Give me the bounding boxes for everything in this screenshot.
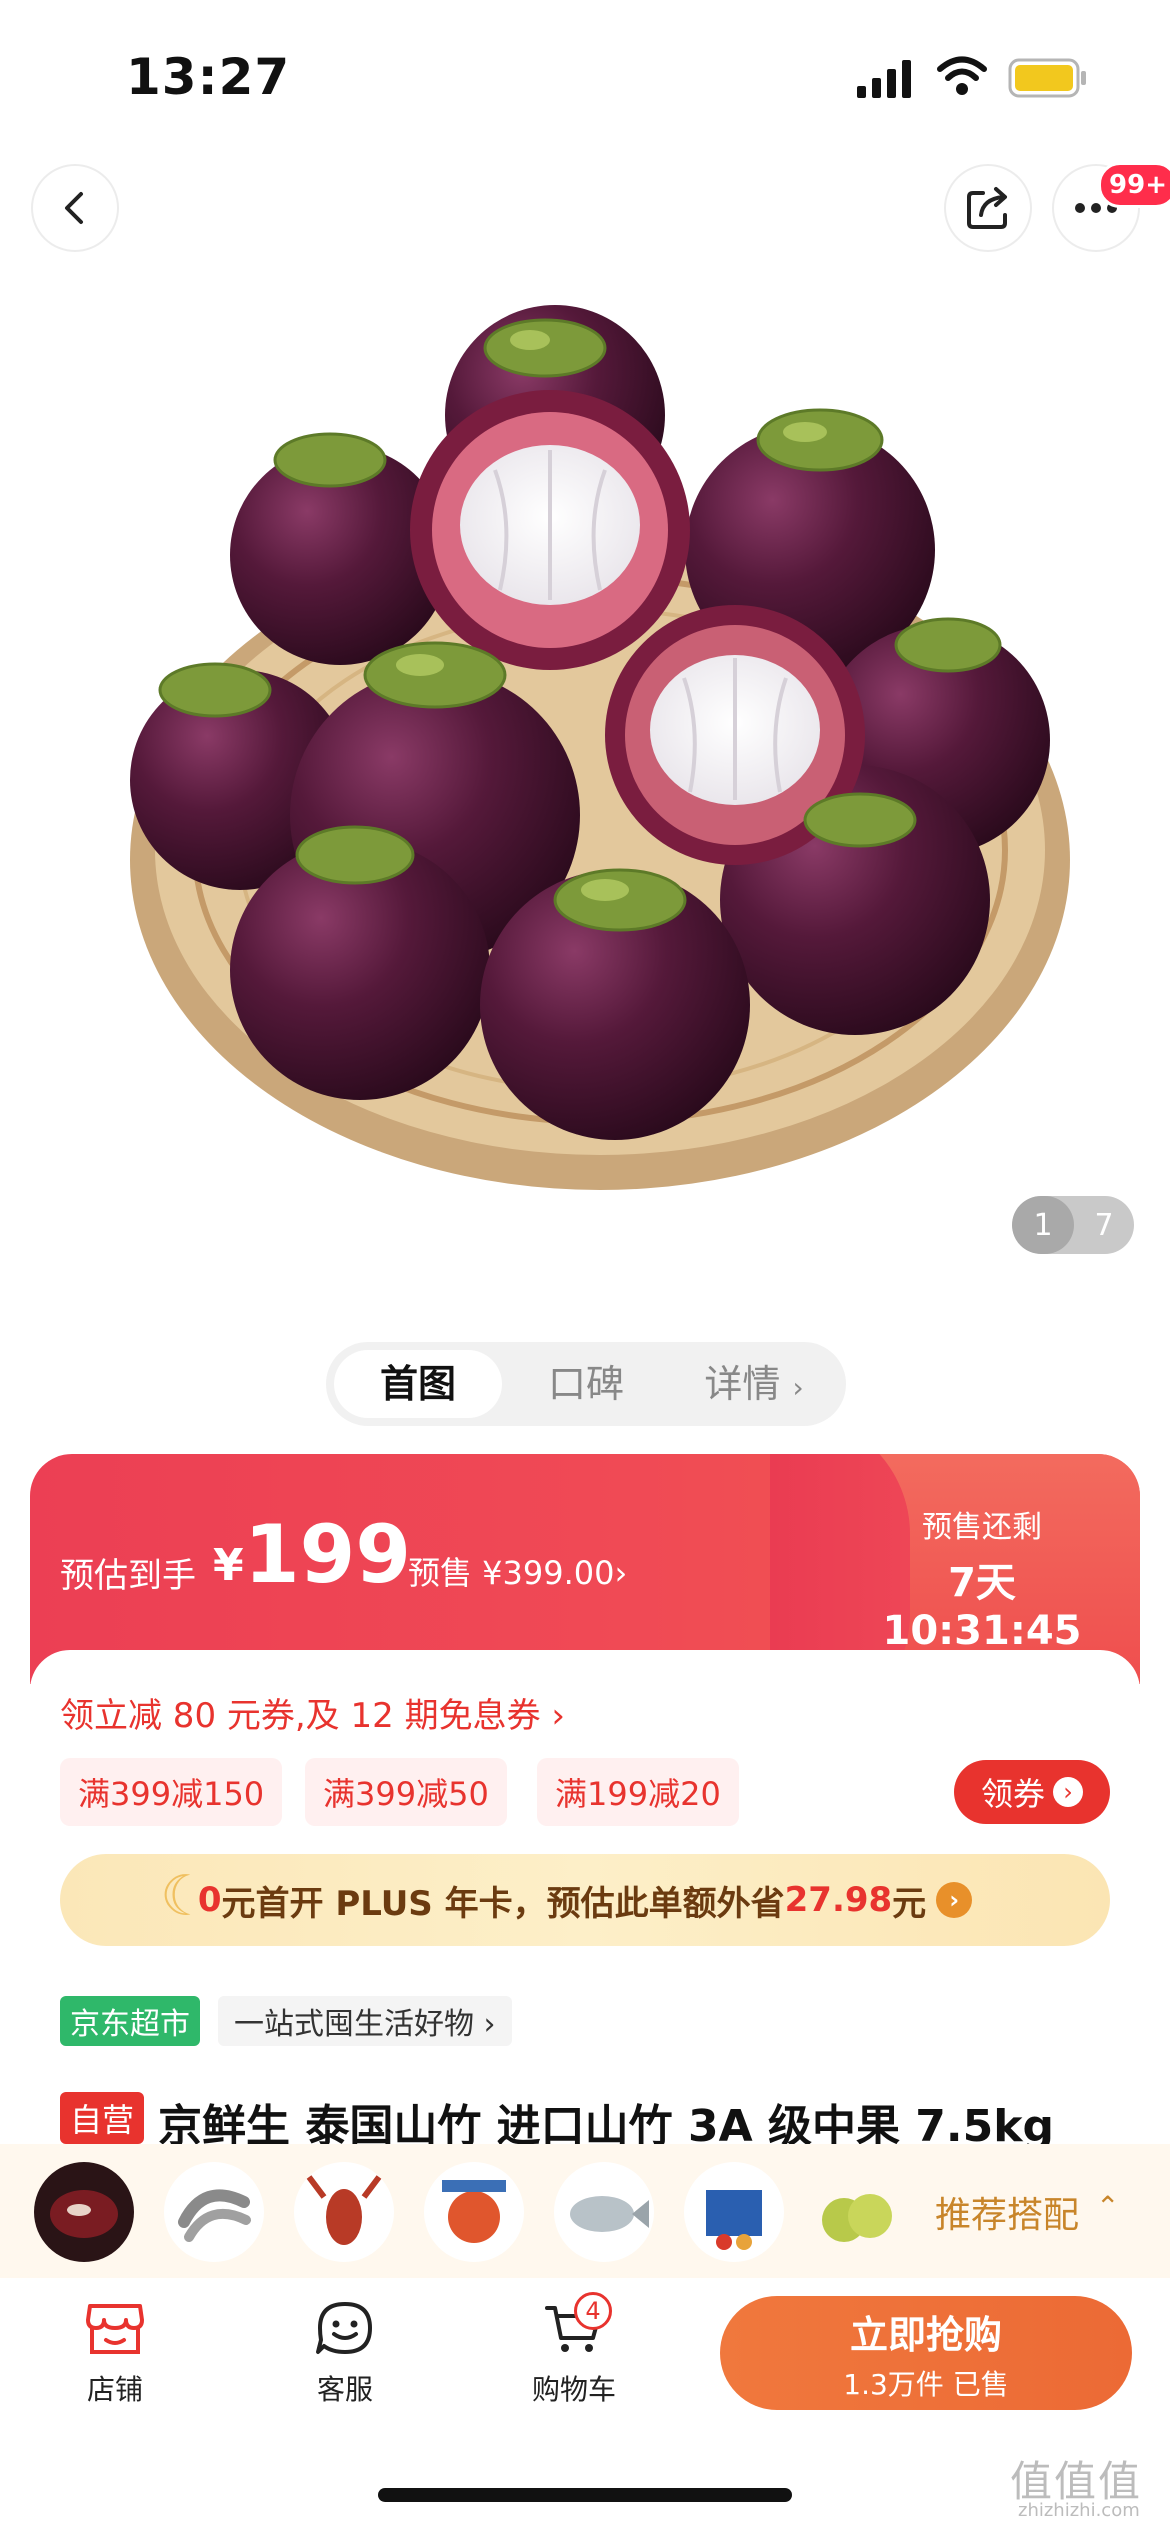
- self-operated-tag: 自营: [60, 2092, 145, 2144]
- coupon-chip[interactable]: 满399减50: [305, 1758, 507, 1826]
- store-button[interactable]: 店铺: [50, 2300, 180, 2408]
- recommend-thumb-lobster[interactable]: [294, 2162, 394, 2262]
- coupon-chip[interactable]: 满399减150: [60, 1758, 283, 1826]
- price-currency: ¥: [213, 1540, 244, 1591]
- tab-reviews[interactable]: 口碑: [502, 1350, 670, 1418]
- jd-supermarket-slogan[interactable]: 一站式囤生活好物 ›: [218, 1996, 512, 2046]
- chat-smile-icon: [316, 2302, 372, 2354]
- back-button[interactable]: [31, 164, 119, 252]
- recommend-bundle-label[interactable]: 推荐搭配: [935, 2186, 1079, 2238]
- customer-service-label: 客服: [316, 2373, 373, 2406]
- tab-details-label: 详情: [704, 1362, 781, 1406]
- image-pager: 1 7: [1012, 1196, 1134, 1254]
- plus-savings-amount: 27.98: [784, 1880, 893, 1920]
- arrow-right-icon: ›: [1053, 1777, 1083, 1807]
- cart-count-badge: 4: [574, 2292, 612, 2330]
- share-button[interactable]: [944, 164, 1032, 252]
- notification-badge: 99+: [1098, 162, 1170, 208]
- moon-icon: ☾: [160, 1864, 211, 1929]
- tab-details[interactable]: 详情 ›: [670, 1350, 838, 1418]
- recommend-thumb-fish[interactable]: [554, 2162, 654, 2262]
- chevron-up-icon[interactable]: ⌃: [1096, 2190, 1119, 2223]
- presale-price: 预售 ¥399.00: [408, 1554, 615, 1592]
- battery-icon: [1008, 58, 1086, 98]
- arrow-right-icon: ›: [936, 1882, 973, 1918]
- customer-service-button[interactable]: 客服: [280, 2300, 410, 2408]
- plus-membership-banner[interactable]: 0 元首开 PLUS 年卡，预估此单额外省 27.98 元 ›: [60, 1854, 1110, 1946]
- watermark-url: zhizhizhi.com: [1018, 2500, 1140, 2521]
- status-time: 13:27: [126, 48, 291, 106]
- plus-savings-unit: 元: [892, 1883, 927, 1924]
- presale-price-link[interactable]: 预售 ¥399.00›: [408, 1548, 627, 1594]
- store-label: 店铺: [86, 2373, 143, 2406]
- estimated-price: 199: [244, 1508, 411, 1601]
- chevron-right-icon: ›: [614, 1554, 628, 1592]
- pager-current: 1: [1012, 1196, 1074, 1254]
- product-image[interactable]: [0, 260, 1170, 1290]
- estimated-price-label: 预估到手: [60, 1556, 196, 1596]
- media-tabs: 首图 口碑 详情 ›: [326, 1342, 846, 1426]
- wifi-icon: [937, 56, 987, 95]
- recommend-thumb-shrimp[interactable]: [164, 2162, 264, 2262]
- plus-offer-text: 元首开 PLUS 年卡，预估此单额外省: [221, 1883, 785, 1924]
- coupon-chip[interactable]: 满199减20: [537, 1758, 739, 1826]
- presale-countdown-label: 预售还剩: [922, 1510, 1042, 1545]
- claim-coupon-label: 领券: [980, 1775, 1045, 1813]
- recommend-thumb-pears[interactable]: [806, 2162, 906, 2262]
- recommend-thumb-steak[interactable]: [34, 2162, 134, 2262]
- presale-countdown: 7天 10:31:45: [882, 1560, 1082, 1654]
- buy-now-button[interactable]: 立即抢购 1.3万件 已售: [720, 2296, 1132, 2410]
- jd-supermarket-tag[interactable]: 京东超市: [60, 1996, 200, 2046]
- home-indicator[interactable]: [378, 2488, 792, 2502]
- share-icon: [967, 187, 1007, 229]
- tab-main-image[interactable]: 首图: [334, 1350, 502, 1418]
- coupon-promo-link[interactable]: 领立减 80 元券,及 12 期免息券 ›: [60, 1688, 565, 1737]
- cart-label: 购物车: [531, 2373, 616, 2406]
- store-icon: [86, 2304, 144, 2354]
- chevron-right-icon: ›: [792, 1371, 804, 1404]
- buy-now-label: 立即抢购: [849, 2312, 1002, 2357]
- cellular-signal-icon: [857, 60, 911, 98]
- pager-total: 7: [1094, 1207, 1114, 1243]
- claim-coupon-button[interactable]: 领券 ›: [954, 1760, 1110, 1824]
- recommend-thumb-seafood-dish[interactable]: [424, 2162, 524, 2262]
- sold-count: 1.3万件 已售: [843, 2367, 1009, 2401]
- chevron-left-icon: [65, 192, 83, 224]
- recommend-thumb-gift-box[interactable]: [684, 2162, 784, 2262]
